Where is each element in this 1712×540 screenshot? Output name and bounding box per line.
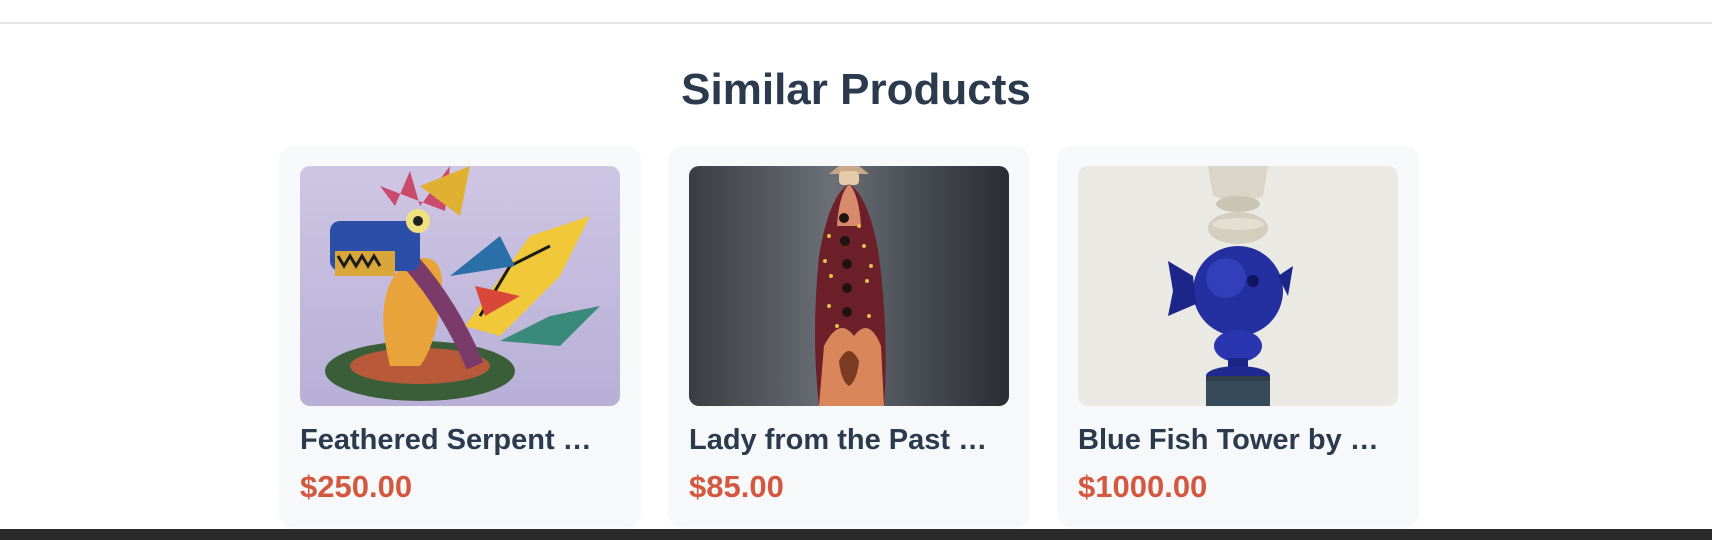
lady-ornament-image[interactable] [689,166,1009,406]
header-divider [0,22,1712,24]
feathered-serpent-figurine-image[interactable] [300,166,620,406]
product-title[interactable]: Blue Fish Tower by … [1078,422,1398,458]
product-price: $250.00 [300,469,413,504]
section-title: Similar Products [681,65,1031,114]
product-card-lady-from-the-past[interactable]: Lady from the Past … $85.00 [669,146,1029,526]
product-price: $85.00 [689,469,784,504]
product-title[interactable]: Lady from the Past … [689,422,1009,458]
product-price: $1000.00 [1078,469,1208,504]
product-card-blue-fish-tower[interactable]: Blue Fish Tower by … $1000.00 [1058,146,1418,526]
blue-fish-tower-image[interactable] [1078,166,1398,406]
product-card-feathered-serpent[interactable]: Feathered Serpent … $250.00 [280,146,640,526]
similar-products-grid: Feathered Serpent … $250.00 Lady from th… [280,146,1418,526]
footer-bar [0,529,1712,540]
product-title[interactable]: Feathered Serpent … [300,422,620,458]
